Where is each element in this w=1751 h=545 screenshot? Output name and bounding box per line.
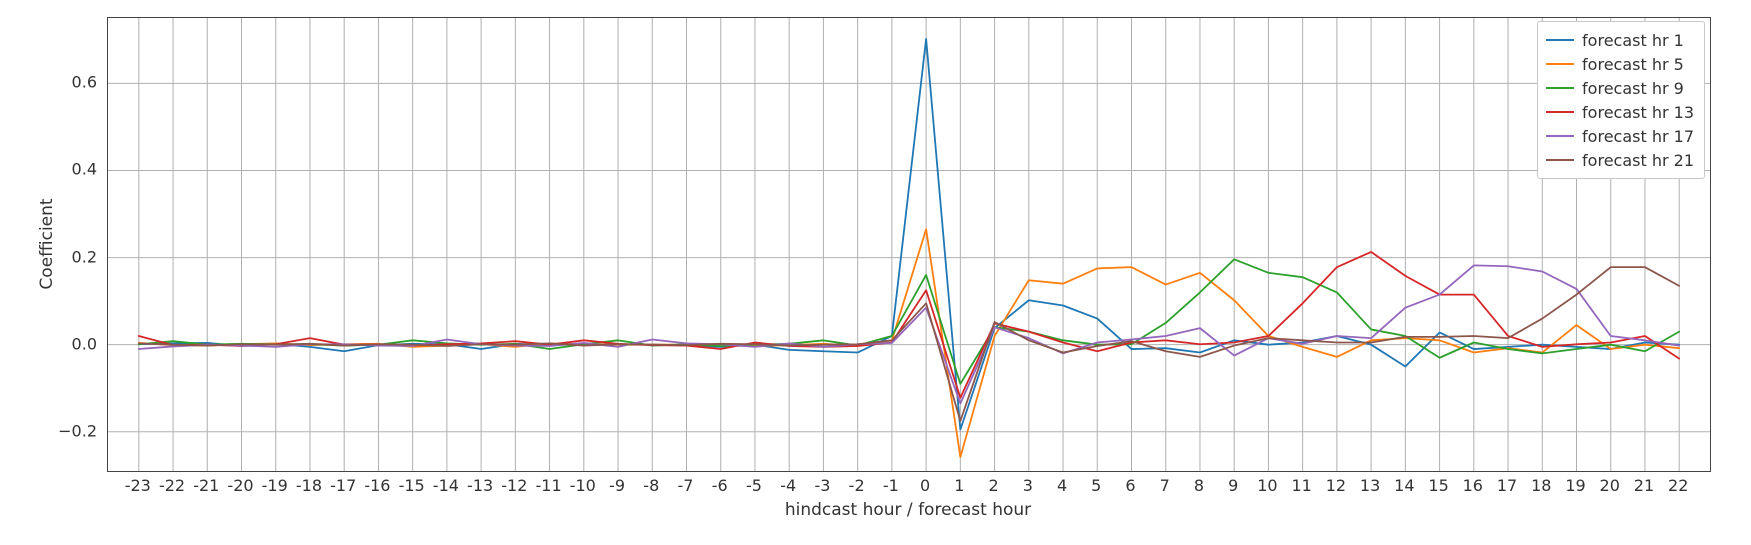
legend: forecast hr 1 forecast hr 5 forecast hr 9 f… bbox=[1537, 21, 1705, 179]
x-tick-label: -2 bbox=[849, 476, 865, 495]
x-tick-label: -17 bbox=[330, 476, 356, 495]
x-tick-label: -13 bbox=[467, 476, 493, 495]
legend-label: forecast hr 13 bbox=[1582, 103, 1694, 122]
legend-row: forecast hr 1 bbox=[1546, 28, 1694, 52]
x-tick-label: -23 bbox=[125, 476, 151, 495]
plot-area bbox=[107, 17, 1711, 472]
legend-swatch bbox=[1546, 39, 1574, 41]
legend-label: forecast hr 5 bbox=[1582, 55, 1684, 74]
x-tick-label: 14 bbox=[1394, 476, 1414, 495]
legend-swatch bbox=[1546, 111, 1574, 113]
x-tick-label: -16 bbox=[364, 476, 390, 495]
legend-label: forecast hr 9 bbox=[1582, 79, 1684, 98]
x-tick-label: 5 bbox=[1091, 476, 1101, 495]
legend-swatch bbox=[1546, 87, 1574, 89]
series-group bbox=[139, 39, 1679, 457]
x-tick-label: 1 bbox=[954, 476, 964, 495]
x-tick-label: -15 bbox=[399, 476, 425, 495]
x-tick-label: 13 bbox=[1360, 476, 1380, 495]
y-axis-label: Coefficient bbox=[37, 198, 57, 289]
legend-row: forecast hr 9 bbox=[1546, 76, 1694, 100]
x-tick-label: 16 bbox=[1463, 476, 1483, 495]
x-tick-label: 9 bbox=[1228, 476, 1238, 495]
x-tick-label: -22 bbox=[159, 476, 185, 495]
x-tick-label: 4 bbox=[1057, 476, 1067, 495]
y-tick-label: 0.4 bbox=[72, 160, 97, 179]
y-tick-label: 0.2 bbox=[72, 247, 97, 266]
x-tick-label: 18 bbox=[1531, 476, 1551, 495]
y-tick-label: 0.0 bbox=[72, 334, 97, 353]
x-tick-label: 0 bbox=[920, 476, 930, 495]
legend-row: forecast hr 5 bbox=[1546, 52, 1694, 76]
y-tick-label: 0.6 bbox=[72, 73, 97, 92]
legend-swatch bbox=[1546, 159, 1574, 161]
figure: Coefficient hindcast hour / forecast hou… bbox=[0, 0, 1751, 545]
x-tick-label: -6 bbox=[712, 476, 728, 495]
x-tick-label: 7 bbox=[1160, 476, 1170, 495]
x-tick-label: -10 bbox=[570, 476, 596, 495]
x-tick-label: 15 bbox=[1428, 476, 1448, 495]
x-tick-label: -7 bbox=[678, 476, 694, 495]
x-tick-label: 6 bbox=[1125, 476, 1135, 495]
legend-label: forecast hr 1 bbox=[1582, 31, 1684, 50]
series-line-0 bbox=[139, 39, 1679, 430]
legend-label: forecast hr 17 bbox=[1582, 127, 1694, 146]
x-tick-label: -4 bbox=[780, 476, 796, 495]
legend-row: forecast hr 21 bbox=[1546, 148, 1694, 172]
x-tick-label: -12 bbox=[501, 476, 527, 495]
x-tick-label: -5 bbox=[746, 476, 762, 495]
x-tick-label: 20 bbox=[1600, 476, 1620, 495]
legend-row: forecast hr 13 bbox=[1546, 100, 1694, 124]
x-tick-label: 8 bbox=[1194, 476, 1204, 495]
x-tick-label: -8 bbox=[643, 476, 659, 495]
x-tick-label: 19 bbox=[1565, 476, 1585, 495]
legend-swatch bbox=[1546, 63, 1574, 65]
x-tick-label: 21 bbox=[1634, 476, 1654, 495]
x-tick-label: -9 bbox=[609, 476, 625, 495]
gridlines bbox=[108, 18, 1710, 471]
plot-svg bbox=[108, 18, 1710, 471]
x-tick-label: -11 bbox=[535, 476, 561, 495]
x-tick-label: 10 bbox=[1257, 476, 1277, 495]
x-tick-label: -21 bbox=[193, 476, 219, 495]
x-tick-label: 11 bbox=[1291, 476, 1311, 495]
series-line-1 bbox=[139, 229, 1679, 457]
x-tick-label: 2 bbox=[988, 476, 998, 495]
legend-swatch bbox=[1546, 135, 1574, 137]
x-tick-label: -14 bbox=[433, 476, 459, 495]
x-tick-label: -3 bbox=[814, 476, 830, 495]
x-tick-label: 3 bbox=[1023, 476, 1033, 495]
legend-label: forecast hr 21 bbox=[1582, 151, 1694, 170]
x-tick-label: -18 bbox=[296, 476, 322, 495]
x-tick-label: -20 bbox=[227, 476, 253, 495]
x-axis-label: hindcast hour / forecast hour bbox=[785, 500, 1031, 520]
x-tick-label: -19 bbox=[262, 476, 288, 495]
x-tick-label: 17 bbox=[1497, 476, 1517, 495]
x-tick-label: 12 bbox=[1326, 476, 1346, 495]
legend-row: forecast hr 17 bbox=[1546, 124, 1694, 148]
y-tick-label: −0.2 bbox=[58, 421, 97, 440]
x-tick-label: -1 bbox=[883, 476, 899, 495]
x-tick-label: 22 bbox=[1668, 476, 1688, 495]
